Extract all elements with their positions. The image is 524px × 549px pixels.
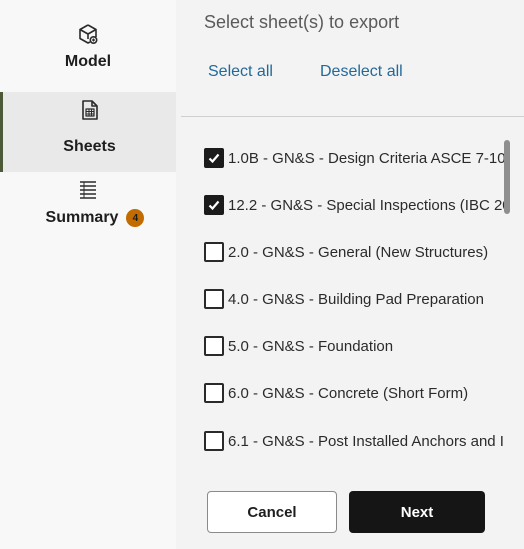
summary-list-icon bbox=[76, 177, 100, 201]
sheet-checkbox[interactable] bbox=[204, 431, 224, 451]
sidebar-item-sheets[interactable]: Sheets bbox=[0, 92, 176, 172]
sheet-label: 6.0 - GN&S - Concrete (Short Form) bbox=[228, 384, 469, 402]
sheet-label: 2.0 - GN&S - General (New Structures) bbox=[228, 243, 489, 261]
sheet-checkbox[interactable] bbox=[204, 336, 224, 356]
model-cube-icon bbox=[76, 22, 100, 46]
sheet-row[interactable]: 1.0B - GN&S - Design Criteria ASCE 7-10 bbox=[204, 144, 510, 172]
summary-label-row: Summary 4 bbox=[32, 209, 145, 227]
scrollbar-thumb[interactable] bbox=[504, 140, 510, 214]
sheet-checkbox[interactable] bbox=[204, 289, 224, 309]
sidebar-item-summary[interactable]: Summary 4 bbox=[0, 177, 176, 237]
cancel-button[interactable]: Cancel bbox=[207, 491, 337, 533]
sheet-label: 12.2 - GN&S - Special Inspections (IBC 2… bbox=[228, 196, 510, 214]
sheet-row[interactable]: 6.0 - GN&S - Concrete (Short Form) bbox=[204, 379, 510, 407]
next-button[interactable]: Next bbox=[349, 491, 485, 533]
sheet-label: 4.0 - GN&S - Building Pad Preparation bbox=[228, 290, 484, 308]
sheet-checkbox[interactable] bbox=[204, 148, 224, 168]
sheet-checkbox[interactable] bbox=[204, 195, 224, 215]
sheet-row[interactable]: 12.2 - GN&S - Special Inspections (IBC 2… bbox=[204, 191, 510, 219]
sheet-row[interactable]: 6.1 - GN&S - Post Installed Anchors and … bbox=[204, 427, 510, 455]
sheets-document-icon bbox=[78, 98, 102, 122]
sheet-row[interactable]: 2.0 - GN&S - General (New Structures) bbox=[204, 238, 510, 266]
sheet-checkbox[interactable] bbox=[204, 242, 224, 262]
sheet-row[interactable]: 4.0 - GN&S - Building Pad Preparation bbox=[204, 285, 510, 313]
sheet-label: 5.0 - GN&S - Foundation bbox=[228, 337, 394, 355]
sidebar: Model Sheets Summary 4 bbox=[0, 0, 176, 549]
select-all-link[interactable]: Select all bbox=[208, 63, 273, 81]
sheet-list: 1.0B - GN&S - Design Criteria ASCE 7-10 … bbox=[176, 117, 510, 463]
sidebar-item-label: Summary bbox=[45, 209, 119, 226]
count-badge: 4 bbox=[126, 209, 145, 227]
sheet-label: 6.1 - GN&S - Post Installed Anchors and … bbox=[228, 432, 504, 450]
sheet-selection-panel: Select sheet(s) to export Select all Des… bbox=[176, 0, 524, 549]
sidebar-item-label: Sheets bbox=[63, 138, 116, 155]
export-dialog: Model Sheets Summary 4 Select sheet(s) t… bbox=[0, 0, 524, 549]
sheet-label: 1.0B - GN&S - Design Criteria ASCE 7-10 bbox=[228, 149, 506, 167]
sheet-row[interactable]: 5.0 - GN&S - Foundation bbox=[204, 332, 510, 360]
sidebar-item-label: Model bbox=[64, 53, 112, 70]
deselect-all-link[interactable]: Deselect all bbox=[320, 63, 403, 81]
panel-title: Select sheet(s) to export bbox=[204, 12, 400, 32]
sheet-checkbox[interactable] bbox=[204, 383, 224, 403]
sidebar-item-model[interactable]: Model bbox=[0, 22, 176, 88]
